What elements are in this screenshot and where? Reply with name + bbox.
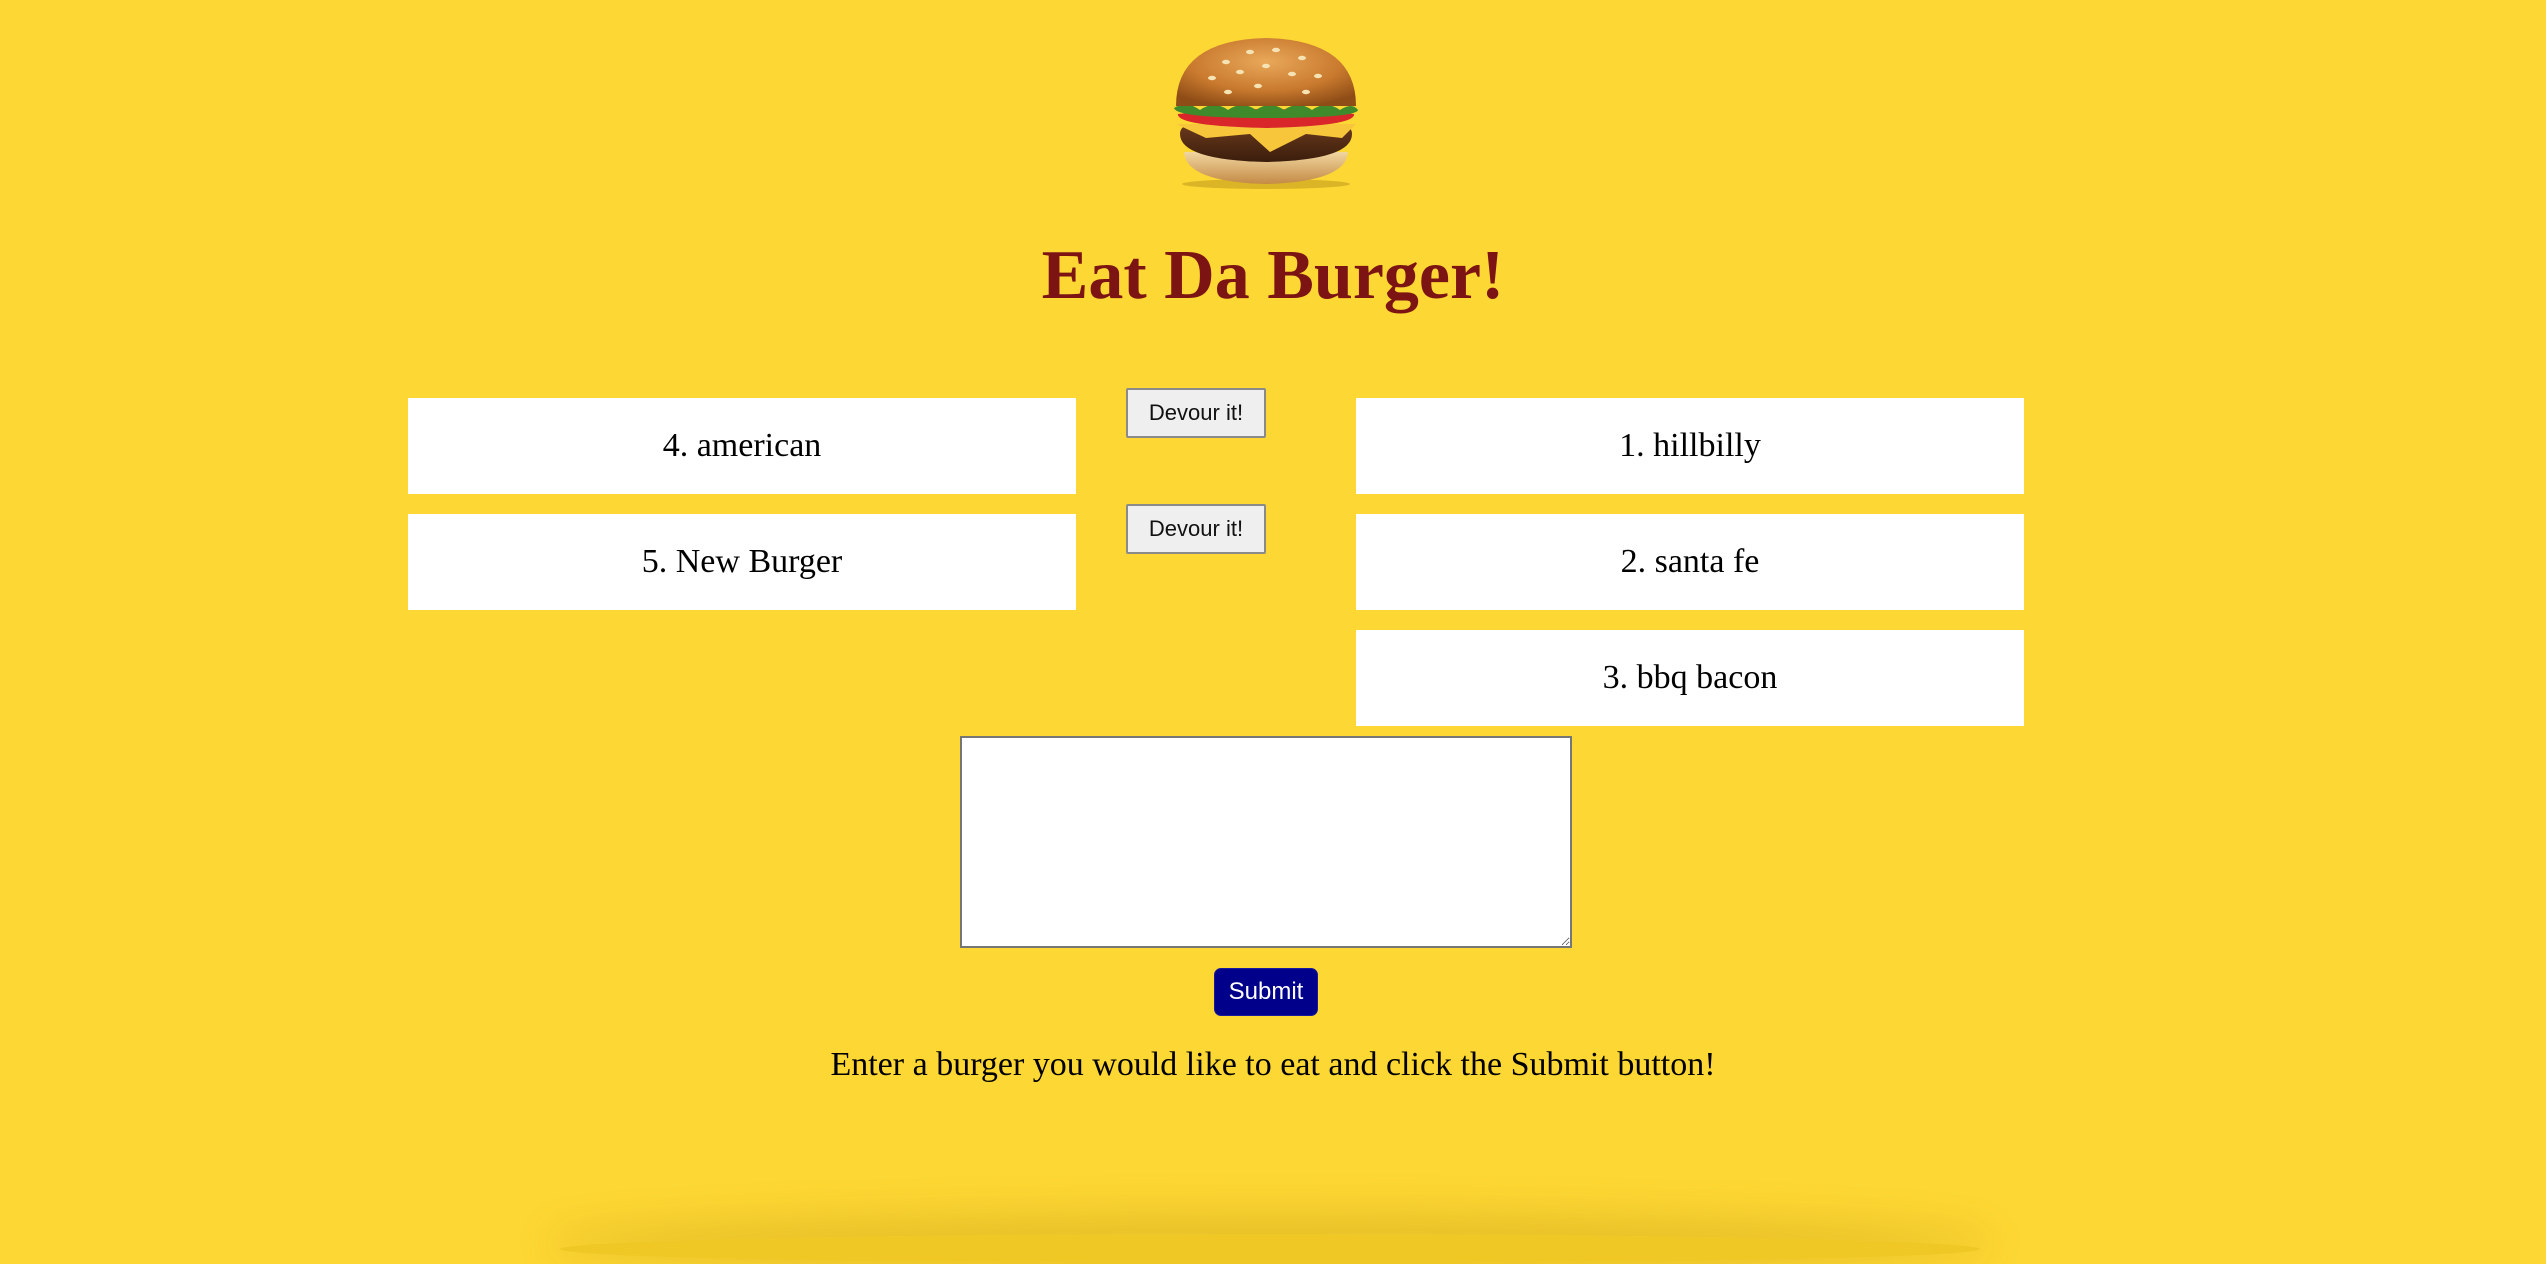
burger-icon xyxy=(1174,38,1358,189)
devoured-burger-item: 1. hillbilly xyxy=(1356,398,2024,494)
devour-button[interactable]: Devour it! xyxy=(1126,504,1266,554)
submit-button[interactable]: Submit xyxy=(1214,968,1318,1016)
devour-button[interactable]: Devour it! xyxy=(1126,388,1266,438)
uneaten-burger-item: 4. american xyxy=(408,398,1076,494)
devoured-burger-item: 2. santa fe xyxy=(1356,514,2024,610)
page-title: Eat Da Burger! xyxy=(1041,237,1505,314)
devoured-burger-item: 3. bbq bacon xyxy=(1356,630,2024,726)
bottom-shadow xyxy=(560,1234,1980,1264)
instructions-text: Enter a burger you would like to eat and… xyxy=(830,1046,1716,1083)
uneaten-burger-item: 5. New Burger xyxy=(408,514,1076,610)
burger-name-textarea[interactable] xyxy=(960,736,1572,948)
